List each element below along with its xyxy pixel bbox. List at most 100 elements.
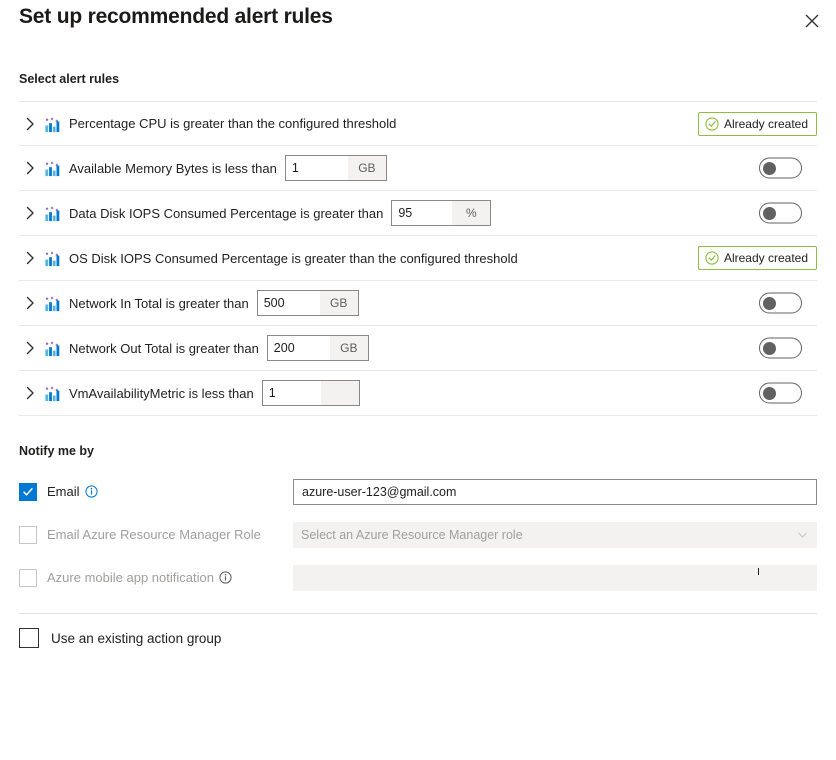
notify-me-by-heading: Notify me by <box>19 444 94 458</box>
alert-rule-toggle[interactable] <box>759 338 802 359</box>
alert-rule-control <box>759 203 817 224</box>
mobile-app-checkbox[interactable] <box>19 569 37 587</box>
chevron-right-icon[interactable] <box>19 206 41 220</box>
email-input[interactable] <box>293 479 817 505</box>
threshold-unit: % <box>452 201 490 225</box>
chevron-right-icon[interactable] <box>19 117 41 131</box>
notify-options: Email Email Azure Resource Manager Role … <box>19 470 817 599</box>
toggle-knob <box>763 342 776 355</box>
alert-rules-panel: Set up recommended alert rules Select al… <box>0 0 836 760</box>
toggle-knob <box>763 387 776 400</box>
chevron-down-icon <box>796 528 809 541</box>
alert-rule-row: VmAvailabilityMetric is less than <box>19 371 817 416</box>
metric-chart-icon <box>41 294 65 312</box>
metric-chart-icon <box>41 249 65 267</box>
threshold-unit <box>321 381 359 405</box>
alert-rule-row: Network Out Total is greater than GB <box>19 326 817 371</box>
mobile-app-field-wrapper <box>293 565 817 591</box>
alert-rule-label: VmAvailabilityMetric is less than <box>69 386 254 401</box>
chevron-right-icon[interactable] <box>19 251 41 265</box>
threshold-input[interactable] <box>392 201 452 225</box>
alert-rule-control <box>759 383 817 404</box>
info-icon[interactable] <box>219 571 232 584</box>
threshold-field: GB <box>257 290 359 316</box>
alert-rule-control <box>759 338 817 359</box>
panel-header: Set up recommended alert rules <box>0 0 836 46</box>
metric-chart-icon <box>41 115 65 133</box>
toggle-knob <box>763 162 776 175</box>
notify-row-mobile-app: Azure mobile app notification <box>19 556 817 599</box>
threshold-input[interactable] <box>286 156 348 180</box>
alert-rule-label: OS Disk IOPS Consumed Percentage is grea… <box>69 251 518 266</box>
alert-rule-row: Available Memory Bytes is less than GB <box>19 146 817 191</box>
alert-rule-toggle[interactable] <box>759 203 802 224</box>
alert-rule-row: Percentage CPU is greater than the confi… <box>19 101 817 146</box>
alert-rule-label: Percentage CPU is greater than the confi… <box>69 116 396 131</box>
alert-rule-control: Already created <box>698 246 817 270</box>
alert-rule-row: OS Disk IOPS Consumed Percentage is grea… <box>19 236 817 281</box>
close-icon <box>805 14 819 28</box>
toggle-knob <box>763 297 776 310</box>
threshold-field <box>262 380 360 406</box>
email-label: Email <box>47 484 80 499</box>
metric-chart-icon <box>41 339 65 357</box>
email-field-wrapper <box>293 479 817 505</box>
alert-rules-list: Percentage CPU is greater than the confi… <box>19 101 817 416</box>
threshold-input[interactable] <box>268 336 330 360</box>
arm-role-checkbox[interactable] <box>19 526 37 544</box>
alert-rule-label: Data Disk IOPS Consumed Percentage is gr… <box>69 206 383 221</box>
notify-row-arm-role: Email Azure Resource Manager Role Select… <box>19 513 817 556</box>
chevron-right-icon[interactable] <box>19 341 41 355</box>
chevron-right-icon[interactable] <box>19 386 41 400</box>
threshold-unit: GB <box>330 336 368 360</box>
chevron-right-icon[interactable] <box>19 296 41 310</box>
threshold-unit: GB <box>348 156 386 180</box>
threshold-input[interactable] <box>258 291 320 315</box>
notify-row-email: Email <box>19 470 817 513</box>
use-existing-action-group-row: Use an existing action group <box>19 628 221 648</box>
checkmark-icon <box>22 486 34 498</box>
use-existing-action-group-checkbox[interactable] <box>19 628 39 648</box>
threshold-field: % <box>391 200 491 226</box>
status-badge-label: Already created <box>724 117 808 131</box>
threshold-input[interactable] <box>263 381 321 405</box>
arm-role-placeholder: Select an Azure Resource Manager role <box>301 528 523 542</box>
mobile-app-input[interactable] <box>293 565 817 591</box>
mobile-app-label: Azure mobile app notification <box>47 570 214 585</box>
toggle-knob <box>763 207 776 220</box>
status-badge: Already created <box>698 246 817 270</box>
alert-rule-label: Network Out Total is greater than <box>69 341 259 356</box>
metric-chart-icon <box>41 159 65 177</box>
threshold-unit: GB <box>320 291 358 315</box>
section-divider <box>19 613 817 614</box>
select-alert-rules-heading: Select alert rules <box>19 72 119 86</box>
metric-chart-icon <box>41 384 65 402</box>
arm-role-field-wrapper: Select an Azure Resource Manager role <box>293 522 817 548</box>
use-existing-action-group-label: Use an existing action group <box>51 631 221 646</box>
text-cursor-mark <box>758 568 759 575</box>
alert-rule-toggle[interactable] <box>759 158 802 179</box>
status-badge: Already created <box>698 112 817 136</box>
info-icon[interactable] <box>85 485 98 498</box>
alert-rule-row: Data Disk IOPS Consumed Percentage is gr… <box>19 191 817 236</box>
alert-rule-toggle[interactable] <box>759 383 802 404</box>
threshold-field: GB <box>267 335 369 361</box>
metric-chart-icon <box>41 204 65 222</box>
status-badge-label: Already created <box>724 251 808 265</box>
alert-rule-control: Already created <box>698 112 817 136</box>
chevron-right-icon[interactable] <box>19 161 41 175</box>
alert-rule-control <box>759 293 817 314</box>
check-circle-icon <box>705 117 719 131</box>
arm-role-select[interactable]: Select an Azure Resource Manager role <box>293 522 817 548</box>
alert-rule-toggle[interactable] <box>759 293 802 314</box>
close-button[interactable] <box>796 6 828 36</box>
email-checkbox[interactable] <box>19 483 37 501</box>
alert-rule-label: Available Memory Bytes is less than <box>69 161 277 176</box>
threshold-field: GB <box>285 155 387 181</box>
alert-rule-row: Network In Total is greater than GB <box>19 281 817 326</box>
arm-role-label: Email Azure Resource Manager Role <box>47 527 261 542</box>
page-title: Set up recommended alert rules <box>19 5 333 29</box>
alert-rule-label: Network In Total is greater than <box>69 296 249 311</box>
alert-rule-control <box>759 158 817 179</box>
check-circle-icon <box>705 251 719 265</box>
